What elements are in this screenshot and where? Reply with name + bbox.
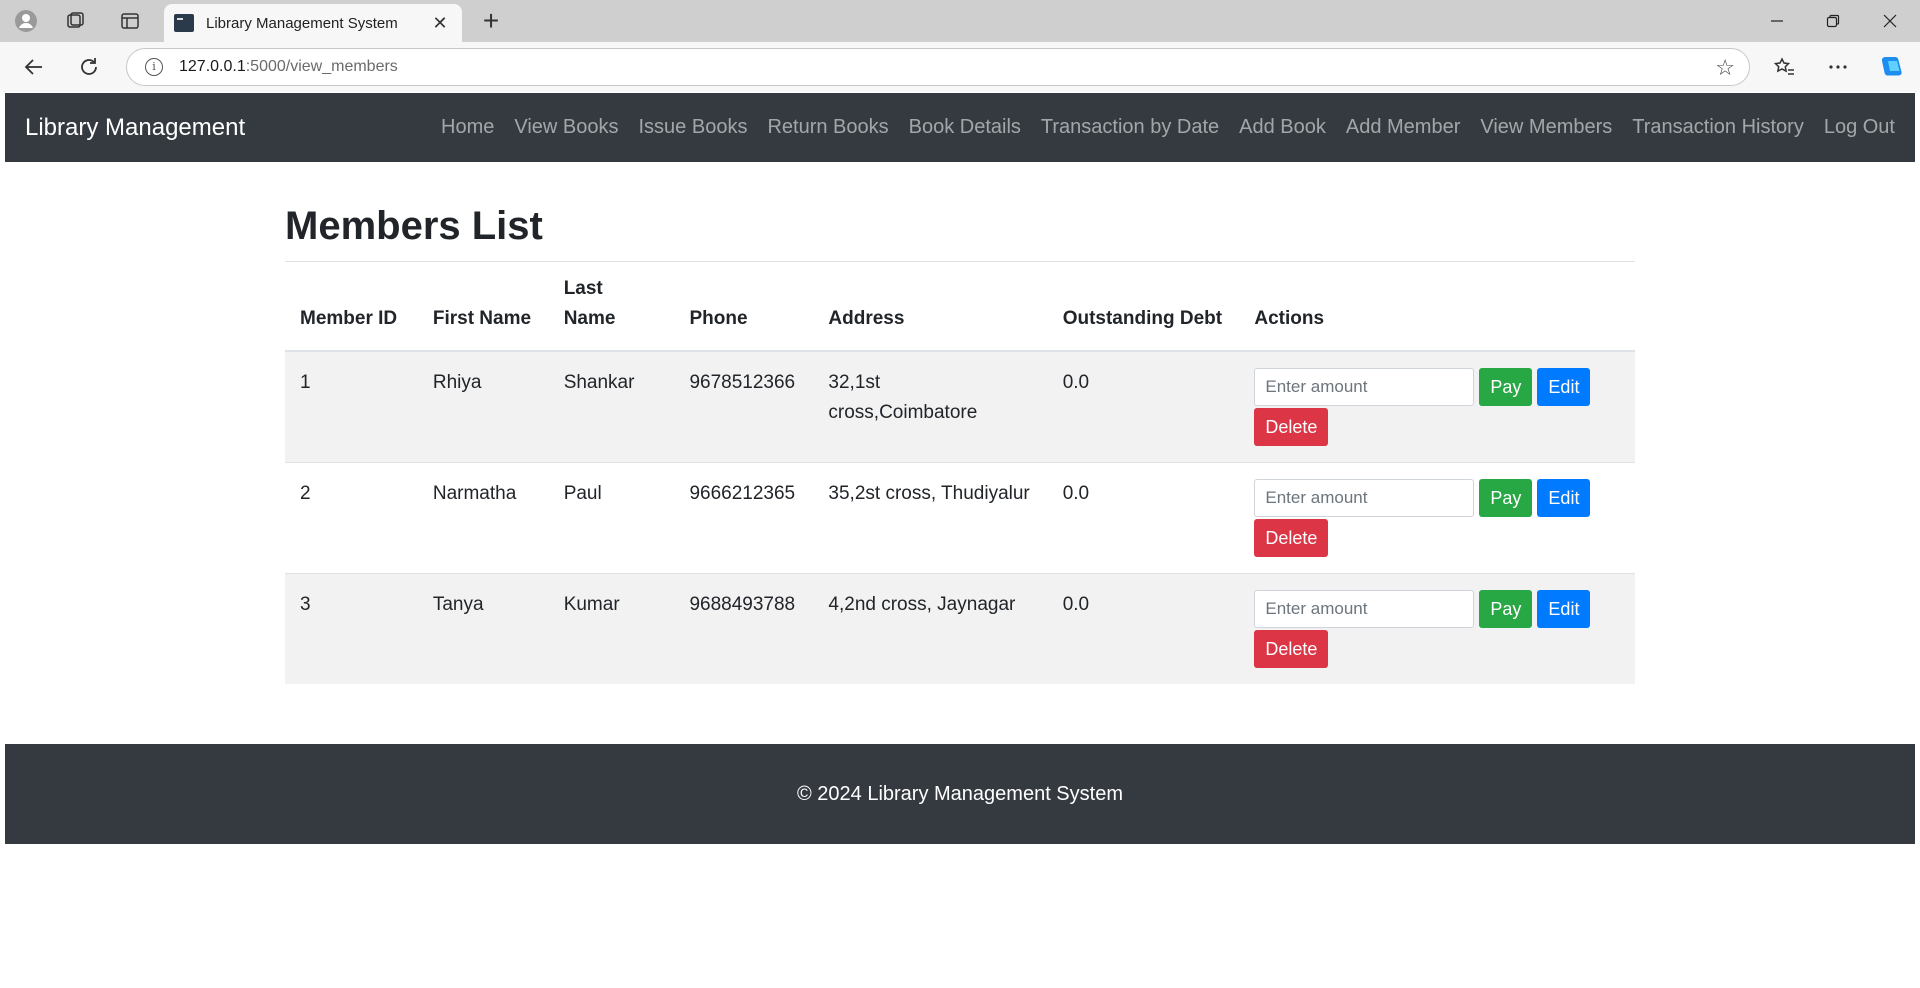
close-window-icon[interactable] [1863, 0, 1917, 42]
site-info-icon[interactable]: i [145, 58, 163, 76]
more-options-icon[interactable] [1821, 50, 1855, 84]
cell-phone: 9688493788 [674, 573, 814, 684]
cell-address: 32,1st cross,Coimbatore [813, 350, 1048, 463]
url-path: :5000/view_members [245, 58, 398, 75]
edit-button[interactable]: Edit [1537, 479, 1591, 517]
cell-address: 4,2nd cross, Jaynagar [813, 573, 1048, 684]
nav-link-view-books[interactable]: View Books [514, 116, 618, 139]
url-host: 127.0.0.1 [179, 58, 246, 75]
navbar-brand[interactable]: Library Management [25, 114, 245, 142]
nav-link-transaction-by-date[interactable]: Transaction by Date [1041, 116, 1219, 139]
pay-button[interactable]: Pay [1479, 479, 1533, 517]
footer-text: © 2024 Library Management System [796, 782, 1123, 805]
amount-input[interactable] [1254, 368, 1475, 406]
page-viewport: Library Management Home View Books Issue… [5, 93, 1915, 988]
profile-icon[interactable] [10, 5, 42, 37]
cell-member-id: 2 [285, 462, 418, 574]
header-address: Address [813, 261, 1048, 352]
favorite-star-icon[interactable]: ☆ [1715, 55, 1735, 81]
favorites-icon[interactable] [1767, 50, 1801, 84]
cell-first-name: Tanya [417, 573, 549, 684]
delete-button[interactable]: Delete [1254, 408, 1329, 446]
header-first-name: First Name [417, 261, 549, 352]
cell-actions: Pay Edit Delete [1239, 350, 1635, 463]
cell-phone: 9666212365 [674, 462, 814, 574]
tab-actions-icon[interactable] [114, 5, 146, 37]
tab-title: Library Management System [206, 14, 398, 32]
back-arrow-icon[interactable] [17, 50, 51, 84]
minimize-icon[interactable] [1750, 0, 1804, 42]
nav-link-view-members[interactable]: View Members [1480, 116, 1612, 139]
main-content: Members List Member ID First Name Last N… [285, 162, 1635, 684]
members-table: Member ID First Name Last Name Phone Add… [285, 261, 1635, 684]
restore-icon[interactable] [1806, 0, 1860, 42]
header-outstanding-debt: Outstanding Debt [1047, 261, 1240, 352]
nav-link-book-details[interactable]: Book Details [909, 116, 1021, 139]
edit-button[interactable]: Edit [1537, 368, 1591, 406]
browser-tabstrip: Library Management System ✕ + [0, 0, 1920, 42]
delete-button[interactable]: Delete [1254, 630, 1329, 668]
page-footer: © 2024 Library Management System [5, 744, 1915, 844]
cell-last-name: Shankar [548, 350, 675, 463]
cell-last-name: Paul [548, 462, 675, 574]
edit-button[interactable]: Edit [1537, 590, 1591, 628]
header-actions: Actions [1239, 261, 1635, 352]
cell-first-name: Narmatha [417, 462, 549, 574]
cell-first-name: Rhiya [417, 350, 549, 463]
nav-link-issue-books[interactable]: Issue Books [639, 116, 748, 139]
cell-debt: 0.0 [1047, 350, 1240, 463]
copilot-icon[interactable] [1875, 50, 1909, 84]
top-navbar: Library Management Home View Books Issue… [5, 93, 1915, 162]
browser-tab[interactable]: Library Management System ✕ [164, 4, 462, 42]
pay-button[interactable]: Pay [1479, 590, 1533, 628]
cell-member-id: 1 [285, 350, 418, 463]
new-tab-icon[interactable]: + [474, 4, 508, 38]
nav-link-transaction-history[interactable]: Transaction History [1632, 116, 1804, 139]
table-row: 3 Tanya Kumar 9688493788 4,2nd cross, Ja… [285, 573, 1635, 684]
nav-link-add-member[interactable]: Add Member [1346, 116, 1461, 139]
table-row: 1 Rhiya Shankar 9678512366 32,1st cross,… [285, 350, 1635, 463]
cell-debt: 0.0 [1047, 462, 1240, 574]
nav-link-return-books[interactable]: Return Books [767, 116, 888, 139]
cell-address: 35,2st cross, Thudiyalur [813, 462, 1048, 574]
cell-actions: Pay Edit Delete [1239, 462, 1635, 574]
nav-links: Home View Books Issue Books Return Books… [421, 116, 1895, 139]
close-tab-icon[interactable]: ✕ [428, 11, 452, 35]
reload-icon[interactable] [72, 50, 106, 84]
delete-button[interactable]: Delete [1254, 519, 1329, 557]
header-last-name: Last Name [548, 261, 675, 352]
browser-toolbar: i 127.0.0.1:5000/view_members ☆ [0, 42, 1920, 92]
terminal-favicon-icon [174, 14, 194, 32]
header-member-id: Member ID [285, 261, 418, 352]
cell-member-id: 3 [285, 573, 418, 684]
cell-actions: Pay Edit Delete [1239, 573, 1635, 684]
cell-debt: 0.0 [1047, 573, 1240, 684]
address-bar[interactable]: i 127.0.0.1:5000/view_members ☆ [126, 48, 1750, 86]
nav-link-log-out[interactable]: Log Out [1824, 116, 1895, 139]
amount-input[interactable] [1254, 590, 1475, 628]
amount-input[interactable] [1254, 479, 1475, 517]
cell-last-name: Kumar [548, 573, 675, 684]
nav-link-add-book[interactable]: Add Book [1239, 116, 1326, 139]
header-phone: Phone [674, 261, 814, 352]
pay-button[interactable]: Pay [1479, 368, 1533, 406]
table-header-row: Member ID First Name Last Name Phone Add… [285, 261, 1635, 352]
nav-link-home[interactable]: Home [441, 116, 494, 139]
workspaces-icon[interactable] [60, 5, 92, 37]
table-row: 2 Narmatha Paul 9666212365 35,2st cross,… [285, 462, 1635, 574]
page-title: Members List [285, 204, 543, 248]
cell-phone: 9678512366 [674, 350, 814, 463]
